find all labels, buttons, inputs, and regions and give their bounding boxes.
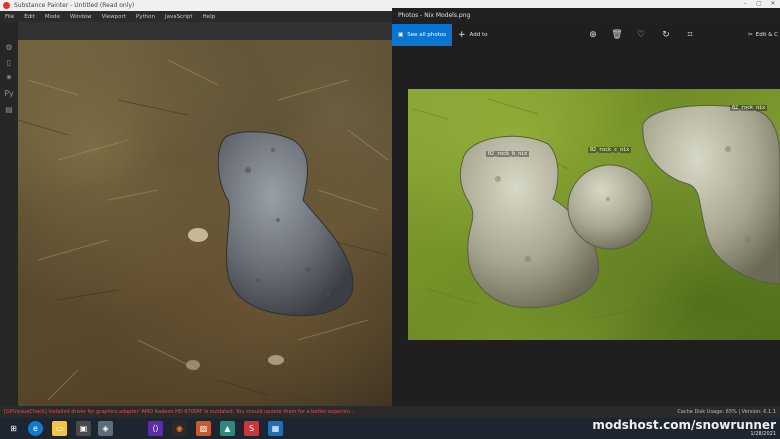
system-tray: modshost.com/snowrunner 1/28/2021 xyxy=(592,419,776,438)
close-icon[interactable]: ✕ xyxy=(766,0,780,8)
sp-window-title: Substance Painter - Untitled (Read only) xyxy=(14,2,135,9)
add-to-label: Add to xyxy=(469,32,488,38)
log-icon[interactable]: ▤ xyxy=(4,104,14,114)
3d-app-icon[interactable]: ▲ xyxy=(220,421,235,436)
menu-viewport[interactable]: Viewport xyxy=(97,14,131,20)
favorite-icon[interactable]: ♡ xyxy=(635,29,647,41)
cache-disk-label: Cache Disk Usage: xyxy=(677,409,725,415)
windows-start-icon[interactable]: ⊞ xyxy=(6,421,21,436)
menu-window[interactable]: Window xyxy=(65,14,97,20)
sp-console-warning: [GPUIssueCheck] Installed driver for gra… xyxy=(0,406,780,418)
see-all-photos-label: See all photos xyxy=(407,32,447,38)
file-explorer-icon[interactable]: ▭ xyxy=(52,421,67,436)
folder-icon[interactable]: ▣ xyxy=(76,421,91,436)
photos-toolbar: ▣ See all photos + Add to ⊕ 🗑 ♡ ↻ ⌗ ✂ Ed… xyxy=(392,24,780,46)
rock-label-b: 02_rock_b_nix xyxy=(486,151,530,157)
sp-3d-viewport[interactable] xyxy=(18,40,392,406)
photos-titlebar: Photos - Nix Models.png xyxy=(392,8,780,24)
blender-icon[interactable]: ◉ xyxy=(172,421,187,436)
sp-menubar: File Edit Mode Window Viewport Python Ja… xyxy=(0,11,392,22)
python-console-icon[interactable]: Py xyxy=(4,88,14,98)
rotate-icon[interactable]: ↻ xyxy=(660,29,672,41)
edit-icon: ✂ xyxy=(748,32,753,38)
menu-python[interactable]: Python xyxy=(131,14,160,20)
document-icon[interactable]: ▯ xyxy=(4,57,14,67)
photos-taskbar-icon[interactable]: ▨ xyxy=(196,421,211,436)
edit-create-label: Edit & C xyxy=(755,32,778,38)
watermark-text: modshost.com/snowrunner xyxy=(592,418,776,432)
delete-icon[interactable]: 🗑 xyxy=(611,29,623,41)
photos-window-title: Photos - Nix Models.png xyxy=(398,12,471,19)
settings-icon[interactable]: ⚙ xyxy=(4,42,14,52)
substance-painter-taskbar-icon[interactable]: ◈ xyxy=(98,421,113,436)
cache-status: Cache Disk Usage: 65% | Version: 6.1.1 xyxy=(677,409,776,415)
ground-texture-render xyxy=(18,59,389,401)
sp-viewport-header xyxy=(18,22,392,40)
maximize-icon[interactable]: ▢ xyxy=(752,0,766,8)
minimize-icon[interactable]: – xyxy=(738,0,752,8)
menu-help[interactable]: Help xyxy=(198,14,221,20)
see-all-photos-button[interactable]: ▣ See all photos xyxy=(392,24,452,46)
sp-left-toolbar: ⚙ ▯ ✷ Py ▤ xyxy=(0,22,18,406)
photos-icon: ▣ xyxy=(398,32,404,38)
edge-browser-icon[interactable]: e xyxy=(28,421,43,436)
menu-mode[interactable]: Mode xyxy=(40,14,65,20)
sp-titlebar: Substance Painter - Untitled (Read only) xyxy=(0,0,392,11)
desktop-screen: Substance Painter - Untitled (Read only)… xyxy=(0,0,780,439)
add-to-button[interactable]: + Add to xyxy=(458,24,487,46)
zoom-icon[interactable]: ⊕ xyxy=(587,29,599,41)
menu-file[interactable]: File xyxy=(0,14,19,20)
image-viewer-icon[interactable]: ▦ xyxy=(268,421,283,436)
version-label: 65% | Version: 6.1.1 xyxy=(725,409,776,415)
rock-label-main: 02_rock_nix xyxy=(730,105,768,111)
photos-window: – ▢ ✕ Photos - Nix Models.png ▣ See all … xyxy=(392,0,780,406)
substance-painter-logo-icon xyxy=(3,2,10,9)
window-controls: – ▢ ✕ xyxy=(392,0,780,8)
edit-create-button[interactable]: ✂ Edit & C xyxy=(748,24,780,46)
plus-icon: + xyxy=(458,30,466,40)
rock-models-render xyxy=(412,98,780,330)
menu-edit[interactable]: Edit xyxy=(19,14,40,20)
photo-image[interactable]: 02_rock_b_nix 02_rock_c_nix 02_rock_nix xyxy=(408,89,780,340)
substance-icon[interactable]: S xyxy=(244,421,259,436)
rock-label-c: 02_rock_c_nix xyxy=(588,147,632,153)
menu-javascript[interactable]: JavaScript xyxy=(160,14,198,20)
date-display[interactable]: 1/28/2021 xyxy=(592,431,776,438)
crop-icon[interactable]: ⌗ xyxy=(684,29,696,41)
gear-small-icon[interactable]: ✷ xyxy=(4,72,14,82)
windows-taskbar: ⊞ e ▭ ▣ ◈ ⟨⟩ ◉ ▨ ▲ S ▦ modshost.com/snow… xyxy=(0,418,780,439)
vscode-icon[interactable]: ⟨⟩ xyxy=(148,421,163,436)
